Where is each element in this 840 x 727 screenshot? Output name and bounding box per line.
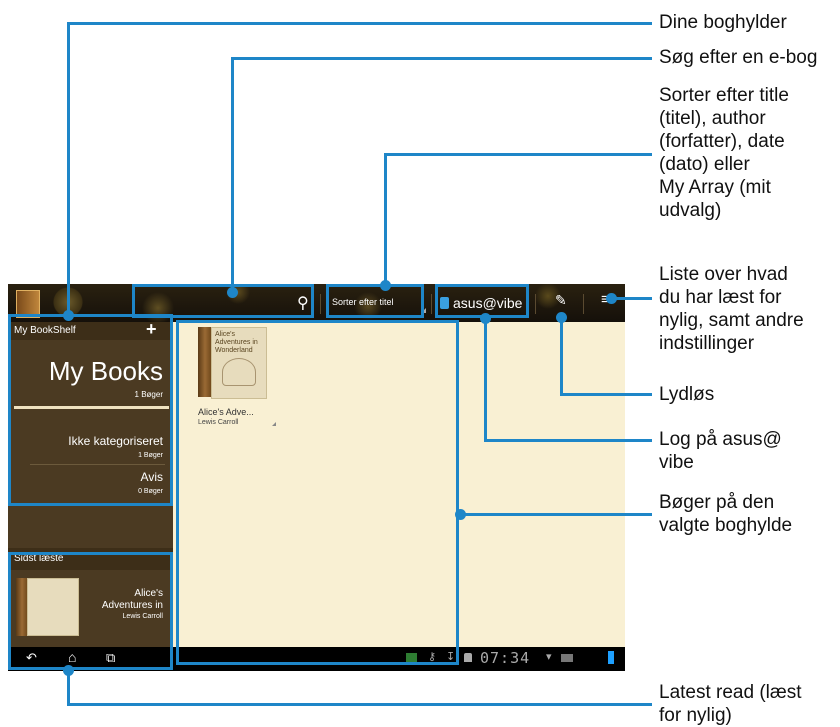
pencil-icon[interactable]: ✎ (555, 292, 567, 309)
annotation-login-line: Log på asus@ (659, 429, 782, 450)
annotation-latest-line: Latest read (læst (659, 682, 802, 703)
annotation-sort-line: (forfatter), date (659, 131, 785, 152)
callout-box-sort (326, 284, 424, 318)
annotation-books: Bøger på den valgte boghylde (659, 491, 792, 537)
callout-dot (480, 313, 491, 324)
leader-line (67, 703, 652, 706)
clock-time: 07:34 (480, 649, 531, 667)
annotation-login: Log på asus@ vibe (659, 428, 782, 474)
leader-line (384, 153, 387, 284)
leader-line (384, 153, 652, 156)
leader-line (560, 393, 652, 396)
annotation-bookshelves: Dine boghylder (659, 12, 787, 33)
callout-box-recent (8, 552, 173, 670)
leader-line (459, 513, 652, 516)
annotation-latest-line: for nylig) (659, 705, 732, 726)
annotation-sort-line: (dato) eller (659, 154, 750, 175)
callout-box-search (132, 284, 314, 318)
annotation-menu-line: du har læst for (659, 287, 782, 308)
leader-line (484, 318, 487, 442)
divider (535, 294, 536, 314)
divider (320, 294, 321, 314)
wifi-icon (561, 654, 573, 662)
annotation-sort-line: (titel), author (659, 108, 766, 129)
divider (431, 294, 432, 314)
battery-icon (608, 651, 614, 664)
annotation-recent-menu: Liste over hvad du har læst for nylig, s… (659, 263, 804, 355)
annotation-login-line: vibe (659, 452, 694, 473)
leader-line (67, 22, 70, 314)
callout-dot (556, 312, 567, 323)
annotation-sort-line: My Array (mit (659, 177, 771, 198)
leader-line (231, 57, 234, 293)
signal-icon: ▾ (546, 651, 552, 663)
lock-icon (464, 653, 472, 662)
leader-line (560, 317, 563, 396)
annotation-menu-line: Liste over hvad (659, 264, 788, 285)
callout-dot (63, 310, 74, 321)
callout-dot (455, 509, 466, 520)
leader-line (231, 57, 652, 60)
annotation-sort-line: Sorter efter title (659, 85, 789, 106)
annotation-books-line: Bøger på den (659, 492, 775, 513)
callout-box-bookshelves (8, 314, 173, 506)
divider (583, 294, 584, 314)
callout-dot (380, 280, 391, 291)
callout-dot (606, 293, 617, 304)
annotation-sort: Sorter efter title (titel), author (forf… (659, 84, 789, 222)
annotation-latest: Latest read (læst for nylig) (659, 681, 802, 727)
callout-dot (63, 665, 74, 676)
callout-dot (227, 287, 238, 298)
annotation-books-line: valgte boghylde (659, 515, 793, 536)
annotation-menu-line: indstillinger (659, 333, 755, 354)
annotation-sort-line: udvalg) (659, 200, 722, 221)
leader-line (67, 22, 652, 25)
annotation-mute: Lydløs (659, 384, 715, 405)
leader-line (484, 439, 652, 442)
annotation-search: Søg efter en e-bog (659, 47, 818, 68)
annotation-menu-line: nylig, samt andre (659, 310, 804, 331)
callout-box-books (176, 320, 459, 665)
